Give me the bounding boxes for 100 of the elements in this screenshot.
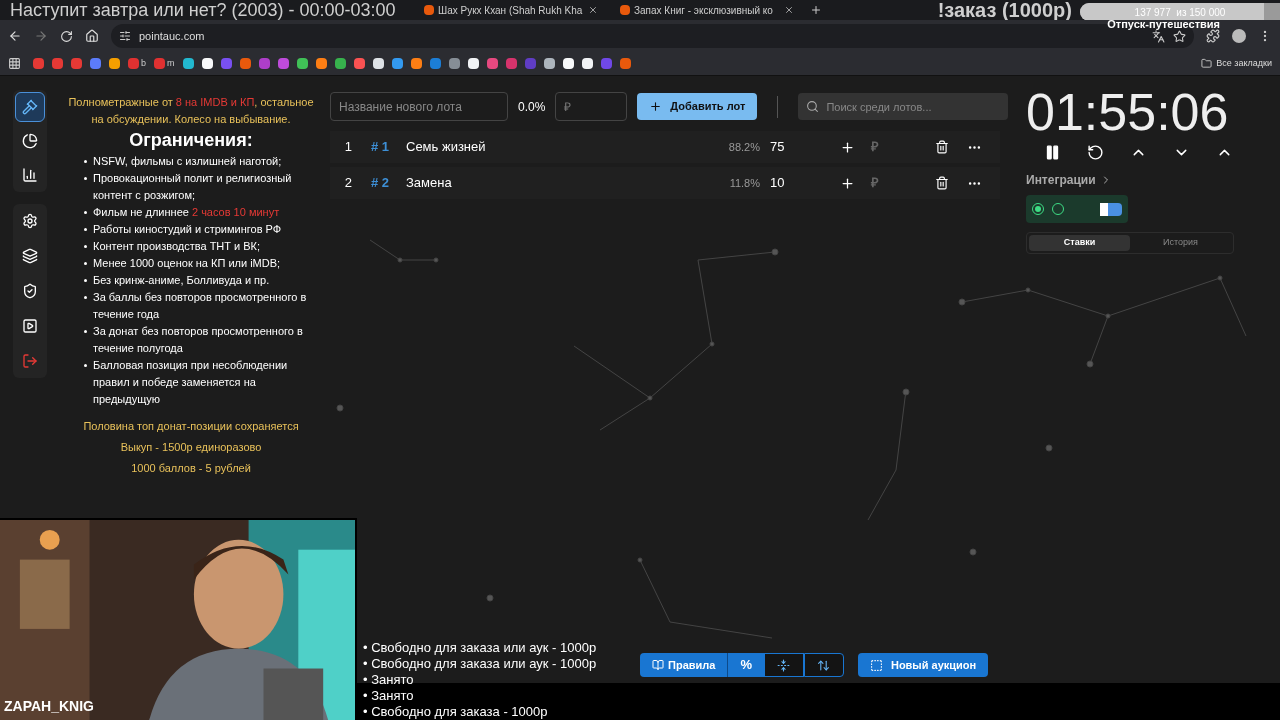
bullet-icon bbox=[84, 330, 87, 333]
queue-item: • Занято bbox=[363, 672, 415, 688]
streamer-name: ZAPAH_KNIG bbox=[4, 697, 94, 716]
browser-tab[interactable]: Шах Рукх Кхан (Shah Rukh Kha bbox=[416, 0, 606, 20]
rules-button[interactable]: Правила bbox=[640, 653, 728, 677]
trash-icon[interactable] bbox=[935, 176, 949, 190]
bookmark-icon[interactable] bbox=[201, 58, 213, 69]
tab-favicon-icon bbox=[424, 5, 434, 15]
sort-icon bbox=[817, 658, 831, 672]
bullet-icon bbox=[84, 262, 87, 265]
settings-icon bbox=[22, 213, 38, 229]
rules-note: Половина топ донат-позиции сохраняется bbox=[82, 419, 300, 434]
lot-percent: 11.8% bbox=[728, 175, 760, 191]
new-auction-button[interactable]: Новый аукцион bbox=[857, 653, 989, 677]
home-icon[interactable] bbox=[85, 29, 99, 43]
lot-tag: # 1 bbox=[360, 137, 400, 157]
logout-icon bbox=[22, 353, 38, 369]
sort-button[interactable] bbox=[803, 653, 844, 677]
lot-amount: 10 bbox=[769, 174, 786, 193]
close-icon bbox=[784, 5, 794, 15]
queue-item: • Свободно для заказа или аук - 1000р bbox=[363, 656, 597, 672]
lot-percent: 88.2% bbox=[727, 139, 760, 155]
browser-tab[interactable]: Запах Книг - эксклюзивный ко bbox=[612, 0, 802, 20]
lot-index: 2 bbox=[343, 174, 353, 193]
timer: 01:55:06 bbox=[1026, 82, 1230, 142]
search-icon bbox=[806, 100, 820, 113]
close-icon bbox=[588, 5, 598, 15]
bookmark-icon[interactable] bbox=[543, 58, 555, 69]
side-tab[interactable]: Ставки bbox=[1029, 235, 1130, 251]
nav-button[interactable] bbox=[15, 92, 45, 122]
plus-icon bbox=[649, 100, 663, 113]
layers-icon bbox=[22, 248, 38, 264]
bullet-icon bbox=[84, 245, 87, 248]
translate-icon bbox=[1152, 29, 1165, 43]
bookmark-label[interactable]: b bbox=[141, 56, 146, 71]
bookmark-icon[interactable] bbox=[182, 58, 194, 69]
bullet-icon bbox=[84, 364, 87, 367]
bullet-icon bbox=[84, 296, 87, 299]
rule-item: За донат без повторов просмотренного в течение полугода bbox=[93, 324, 304, 356]
queue-item: • Свободно для заказа или аук - 1000р bbox=[363, 640, 597, 656]
bookmark-icon[interactable] bbox=[109, 58, 120, 69]
tab-title: Запах Книг - эксклюзивный ко bbox=[634, 3, 774, 18]
bookmark-icon[interactable] bbox=[372, 58, 384, 69]
bookmark-icon[interactable] bbox=[467, 58, 479, 69]
lot-index: 1 bbox=[343, 138, 353, 157]
fold-icon bbox=[777, 658, 791, 672]
integrations-label[interactable]: Интеграции bbox=[1026, 171, 1096, 189]
lot-name-field[interactable]: Название нового лота bbox=[330, 92, 508, 121]
queue-item: • Свободно для заказа - 1000р bbox=[363, 704, 549, 720]
percent-button[interactable]: % bbox=[727, 653, 764, 677]
add-lot-button[interactable]: Добавить лот bbox=[637, 93, 758, 120]
new-tab-icon bbox=[810, 4, 822, 16]
bullet-icon bbox=[84, 228, 87, 231]
dashed-square-icon bbox=[869, 658, 883, 672]
plus-icon[interactable] bbox=[840, 175, 855, 191]
bullet-icon bbox=[84, 160, 87, 163]
compact-button[interactable] bbox=[763, 653, 804, 677]
all-bookmarks-link[interactable]: Все закладки bbox=[1216, 56, 1272, 71]
pie-chart-icon bbox=[22, 133, 38, 149]
amount-field[interactable]: ₽ bbox=[555, 92, 628, 121]
tab-favicon-icon bbox=[620, 5, 630, 15]
side-tab[interactable]: История bbox=[1130, 235, 1231, 251]
rule-item: Без кринж-аниме, Болливуда и пр. bbox=[93, 273, 270, 288]
rules-intro: Полнометражные от 8 на IMDB и КП, остальное на обсуждении. Колесо на выбывание. bbox=[67, 95, 315, 127]
lot-search-field[interactable]: Поиск среди лотов... bbox=[798, 93, 1009, 120]
lot-name: Семь жизней bbox=[405, 138, 487, 157]
restart-icon[interactable] bbox=[1087, 144, 1104, 161]
bookmark-icon[interactable] bbox=[410, 58, 422, 69]
url-text: pointauc.com bbox=[139, 28, 205, 44]
bookmark-icon[interactable] bbox=[296, 58, 308, 69]
rules-note: 1000 баллов - 5 рублей bbox=[130, 461, 252, 476]
stream-title: Наступит завтра или нет? (2003) - 00:00-03:00 bbox=[10, 0, 397, 20]
bullet-icon bbox=[84, 177, 87, 180]
folder-icon bbox=[1201, 58, 1213, 69]
bookmark-label[interactable]: m bbox=[167, 56, 175, 71]
bookmark-icon[interactable] bbox=[581, 58, 593, 69]
rule-item: Провокационный полит и религиозный контент с розжигом; bbox=[93, 171, 293, 203]
plus-icon[interactable] bbox=[840, 139, 855, 155]
lot-row[interactable]: 2 # 2 Замена 11.8% 10 ₽ bbox=[330, 167, 1000, 199]
lot-row[interactable]: 1 # 1 Семь жизней 88.2% 75 ₽ bbox=[330, 131, 1000, 163]
pause-icon[interactable] bbox=[1044, 144, 1061, 161]
rules-heading: Ограничения: bbox=[128, 132, 254, 149]
rule-item: Контент производства ТНТ и ВК; bbox=[93, 239, 261, 254]
site-settings-icon bbox=[119, 30, 131, 42]
rule-item: Менее 1000 оценок на КП или iMDB; bbox=[93, 256, 281, 271]
gavel-icon bbox=[22, 99, 38, 115]
bookmark-icon[interactable] bbox=[562, 58, 574, 69]
apps-icon[interactable] bbox=[8, 57, 21, 70]
bullet-icon bbox=[84, 279, 87, 282]
forward-icon[interactable] bbox=[34, 29, 48, 43]
lot-amount: 75 bbox=[769, 138, 786, 157]
extensions-icon[interactable] bbox=[1206, 29, 1220, 43]
back-icon[interactable] bbox=[8, 29, 22, 43]
tab-title: Шах Рукх Кхан (Shah Rukh Kha bbox=[438, 3, 584, 18]
trash-icon[interactable] bbox=[935, 140, 949, 154]
bookmark-icon[interactable] bbox=[315, 58, 327, 69]
profile-avatar[interactable] bbox=[1232, 29, 1246, 43]
new-lot-percent: 0.0% bbox=[518, 98, 546, 116]
video-icon bbox=[22, 318, 38, 334]
reload-icon[interactable] bbox=[60, 29, 73, 43]
